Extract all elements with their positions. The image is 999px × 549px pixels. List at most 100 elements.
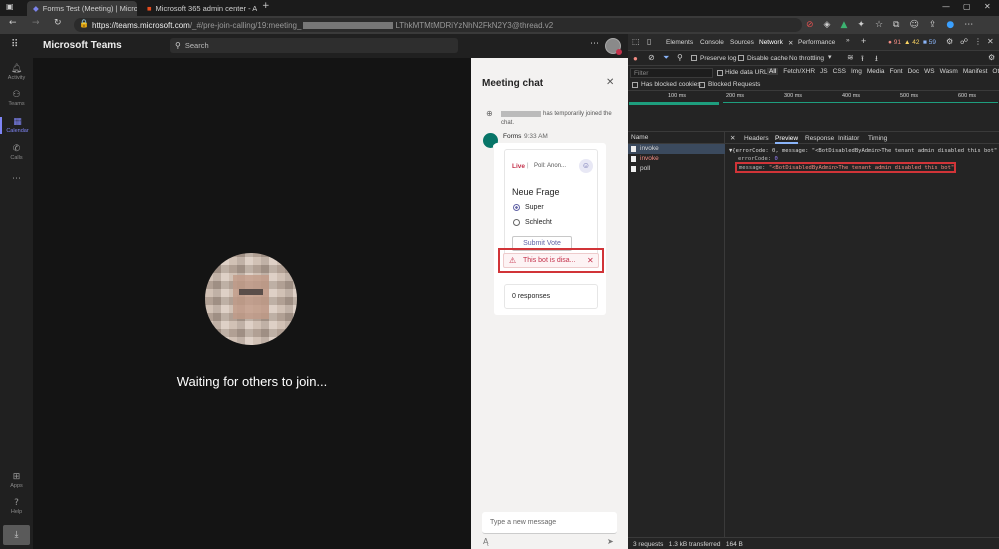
blocked-cookies-checkbox[interactable] xyxy=(632,82,638,88)
close-icon[interactable]: ✕ xyxy=(606,77,614,88)
close-detail-icon[interactable]: ✕ xyxy=(730,134,735,142)
more-options-icon[interactable]: ⋯ xyxy=(590,39,599,49)
option-schlecht[interactable]: Schlecht xyxy=(513,219,552,226)
chevron-down-icon[interactable]: ▾ xyxy=(828,53,832,61)
filter-type-fetchxhr[interactable]: Fetch/XHR xyxy=(783,68,815,75)
extension-icon[interactable]: ◈ xyxy=(824,20,831,30)
settings-icon[interactable]: ⚙ xyxy=(946,37,953,46)
participant-avatar xyxy=(205,253,297,345)
meeting-stage: Waiting for others to join... xyxy=(33,58,471,549)
filter-type-other[interactable]: Other xyxy=(992,68,999,75)
hide-data-urls-checkbox[interactable] xyxy=(717,70,723,76)
bot-error-banner: ⚠ This bot is disa... ✕ xyxy=(503,253,599,268)
tab-actions-icon[interactable]: ▣ xyxy=(6,2,14,11)
filter-type-font[interactable]: Font xyxy=(890,68,903,75)
blocked-requests-checkbox[interactable] xyxy=(699,82,705,88)
filter-type-css[interactable]: CSS xyxy=(833,68,846,75)
preserve-log-checkbox[interactable] xyxy=(691,55,697,61)
new-tab-icon[interactable]: + xyxy=(262,1,270,11)
forward-icon[interactable]: → xyxy=(32,18,40,28)
filter-type-js[interactable]: JS xyxy=(820,68,828,75)
tab-headers[interactable]: Headers xyxy=(744,135,769,142)
filter-input[interactable]: Filter xyxy=(630,68,713,78)
request-row[interactable]: invoke xyxy=(628,144,725,154)
filter-icon[interactable]: ⏷ xyxy=(663,53,669,63)
more-icon[interactable]: ⋮ xyxy=(974,37,982,46)
rail-item-apps[interactable]: ⊞ Apps xyxy=(0,472,33,489)
format-icon[interactable]: Ą xyxy=(483,537,488,546)
share-icon[interactable]: ⇪ xyxy=(929,20,937,30)
tab-performance[interactable]: Performance xyxy=(798,39,835,46)
request-row[interactable]: poll xyxy=(628,164,725,174)
camera-blocked-icon[interactable]: ⊘ xyxy=(806,20,814,30)
close-tab-icon[interactable]: ✕ xyxy=(788,39,793,47)
tab-timing[interactable]: Timing xyxy=(868,135,887,142)
rail-item-help[interactable]: ? Help xyxy=(0,498,33,515)
tab-preview[interactable]: Preview xyxy=(775,135,799,144)
favorites-icon[interactable]: ☆ xyxy=(875,20,883,30)
filter-type-all[interactable]: All xyxy=(767,68,779,75)
rail-item-teams[interactable]: ⚇ Teams xyxy=(0,90,33,107)
disable-cache-checkbox[interactable] xyxy=(738,55,744,61)
maximize-icon[interactable]: ▢ xyxy=(963,2,971,11)
message-input[interactable]: Type a new message xyxy=(482,512,617,534)
errors-count[interactable]: ● 91 xyxy=(888,39,901,46)
radio-selected[interactable] xyxy=(513,204,520,211)
upload-icon[interactable]: ⭱ xyxy=(861,53,864,67)
rail-more[interactable]: ⋯ xyxy=(0,174,33,185)
info-count[interactable]: ■ 59 xyxy=(923,39,936,46)
rail-item-calendar[interactable]: ▦ Calendar xyxy=(0,117,33,134)
refresh-icon[interactable]: ↻ xyxy=(54,18,62,28)
tab-elements[interactable]: Elements xyxy=(666,39,693,46)
clear-icon[interactable]: ⊘ xyxy=(648,53,655,62)
json-preview-root[interactable]: ▼{errorCode: 0, message: "<BotDisabledBy… xyxy=(729,148,997,154)
profile-icon[interactable]: ☺ xyxy=(909,20,918,30)
filter-type-wasm[interactable]: Wasm xyxy=(940,68,958,75)
minimize-icon[interactable]: — xyxy=(942,2,950,11)
rail-item-calls[interactable]: ✆ Calls xyxy=(0,144,33,161)
app-launcher-icon[interactable]: ⠿ xyxy=(11,39,18,50)
vpn-icon[interactable]: ▲ xyxy=(840,20,847,30)
edge-icon[interactable]: ● xyxy=(946,20,954,30)
send-icon[interactable]: ➤ xyxy=(607,537,614,546)
add-tab-icon[interactable]: + xyxy=(861,36,866,46)
close-devtools-icon[interactable]: ✕ xyxy=(987,37,994,46)
radio-unselected[interactable] xyxy=(513,219,520,226)
inspect-icon[interactable]: ⬚ xyxy=(632,37,640,46)
collections-icon[interactable]: ⧉ xyxy=(893,20,899,30)
filter-type-img[interactable]: Img xyxy=(851,68,862,75)
timeline-bar xyxy=(629,102,719,105)
option-super[interactable]: Super xyxy=(513,204,544,211)
tab-response[interactable]: Response xyxy=(805,135,834,142)
back-icon[interactable]: ← xyxy=(9,18,17,28)
device-icon[interactable]: ▯ xyxy=(647,37,651,46)
puzzle-icon[interactable]: ✦ xyxy=(857,20,865,30)
dismiss-icon[interactable]: ✕ xyxy=(587,256,594,265)
record-icon[interactable]: ● xyxy=(633,54,638,63)
network-settings-icon[interactable]: ⚙ xyxy=(988,53,995,62)
tab-console[interactable]: Console xyxy=(700,39,724,46)
close-window-icon[interactable]: ✕ xyxy=(984,2,991,11)
url-input[interactable]: 🔒 https://teams.microsoft.com/_#/pre-joi… xyxy=(74,18,802,32)
search-icon[interactable]: ⚲ xyxy=(677,53,683,62)
more-icon[interactable]: ⋯ xyxy=(964,20,973,30)
more-tabs-icon[interactable]: » xyxy=(846,37,850,44)
warnings-count[interactable]: ▲ 42 xyxy=(904,39,919,46)
feedback-icon[interactable]: ☍ xyxy=(960,37,968,46)
filter-type-doc[interactable]: Doc xyxy=(908,68,920,75)
browser-tab-forms[interactable]: ◆ Forms Test (Meeting) | Microsof ✕ xyxy=(27,1,137,16)
tab-initiator[interactable]: Initiator xyxy=(838,135,859,142)
throttling-select[interactable]: No throttling xyxy=(789,55,824,62)
download-icon[interactable]: ⭳ xyxy=(875,53,878,67)
filter-type-ws[interactable]: WS xyxy=(924,68,934,75)
browser-tab-admin[interactable]: ■ Microsoft 365 admin center - A ✕ xyxy=(141,1,257,16)
tab-network[interactable]: Network xyxy=(759,39,783,46)
search-input[interactable]: ⚲ Search xyxy=(170,38,458,53)
filter-type-manifest[interactable]: Manifest xyxy=(963,68,988,75)
download-app-button[interactable]: ⤓ xyxy=(3,525,30,545)
request-row[interactable]: invoke xyxy=(628,154,725,164)
filter-type-media[interactable]: Media xyxy=(867,68,885,75)
rail-item-activity[interactable]: 🔔︎ Activity xyxy=(0,64,33,81)
tab-sources[interactable]: Sources xyxy=(730,39,754,46)
wifi-icon[interactable]: ≋ xyxy=(847,53,854,62)
